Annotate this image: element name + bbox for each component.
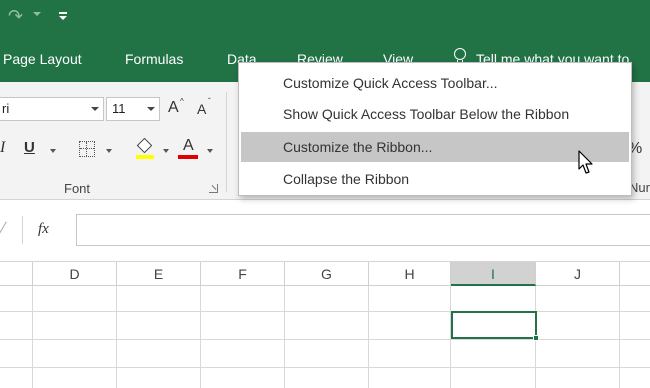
mouse-cursor-icon bbox=[578, 150, 593, 174]
font-size-value: 11 bbox=[112, 101, 126, 116]
grid-line bbox=[0, 339, 650, 340]
grid-line bbox=[32, 286, 33, 388]
number-group-label: Nur bbox=[629, 180, 650, 195]
active-cell[interactable] bbox=[451, 311, 537, 339]
redo-dropdown-icon[interactable] bbox=[33, 12, 41, 16]
fill-color-icon[interactable] bbox=[136, 137, 156, 160]
border-dropdown-icon[interactable] bbox=[106, 149, 112, 153]
font-size-combo[interactable]: 11 bbox=[106, 97, 160, 121]
fill-handle[interactable] bbox=[533, 335, 539, 341]
font-size-dropdown-icon[interactable] bbox=[147, 107, 155, 111]
column-header-j[interactable]: J bbox=[536, 262, 620, 286]
grow-font-caret-icon: ^ bbox=[180, 97, 184, 106]
italic-button[interactable]: I bbox=[0, 139, 12, 161]
underline-button[interactable]: U bbox=[24, 139, 40, 161]
column-headers: D E F G H I J bbox=[0, 262, 650, 286]
formula-input[interactable] bbox=[76, 214, 650, 246]
tab-page-layout[interactable]: Page Layout bbox=[3, 51, 82, 67]
cell-grid[interactable] bbox=[0, 286, 650, 388]
title-bar: ↷ bbox=[0, 0, 650, 36]
increase-font-size-button[interactable]: A ^ bbox=[168, 97, 188, 121]
column-header-partial[interactable] bbox=[0, 262, 33, 286]
grid-line bbox=[116, 286, 117, 388]
redo-icon[interactable]: ↷ bbox=[8, 6, 30, 28]
grow-font-label: A bbox=[168, 99, 179, 116]
cancel-icon[interactable] bbox=[0, 221, 12, 237]
decrease-font-size-button[interactable]: Aˇ bbox=[197, 97, 217, 121]
shrink-font-caret-icon: ˇ bbox=[208, 97, 211, 106]
font-name-dropdown-icon[interactable] bbox=[91, 107, 99, 111]
formula-bar: fx bbox=[0, 200, 650, 262]
menu-item-show-qat-below[interactable]: Show Quick Access Toolbar Below the Ribb… bbox=[241, 99, 629, 129]
fill-color-dropdown-icon[interactable] bbox=[163, 149, 169, 153]
column-header-i[interactable]: I bbox=[451, 262, 536, 286]
grid-line bbox=[0, 367, 650, 368]
menu-item-collapse-ribbon[interactable]: Collapse the Ribbon bbox=[241, 164, 629, 194]
grid-line bbox=[0, 311, 650, 312]
font-color-dropdown-icon[interactable] bbox=[207, 149, 213, 153]
font-name-value: ri bbox=[2, 101, 10, 116]
tab-formulas[interactable]: Formulas bbox=[125, 51, 183, 67]
border-icon[interactable] bbox=[79, 141, 95, 157]
column-header-f[interactable]: F bbox=[201, 262, 285, 286]
menu-item-customize-ribbon[interactable]: Customize the Ribbon... bbox=[241, 132, 629, 162]
font-group-label: Font bbox=[64, 181, 91, 196]
grid-line bbox=[368, 286, 369, 388]
column-header-d[interactable]: D bbox=[33, 262, 117, 286]
grid-line bbox=[619, 286, 620, 388]
grid-line bbox=[200, 286, 201, 388]
shrink-font-label: A bbox=[197, 101, 207, 117]
group-divider bbox=[226, 92, 227, 192]
column-header-h[interactable]: H bbox=[369, 262, 451, 286]
customize-qat-icon[interactable] bbox=[57, 10, 69, 24]
insert-function-button[interactable]: fx bbox=[38, 221, 49, 238]
grid-line bbox=[284, 286, 285, 388]
column-header-e[interactable]: E bbox=[117, 262, 201, 286]
menu-item-customize-qat[interactable]: Customize Quick Access Toolbar... bbox=[241, 68, 629, 98]
font-name-combo[interactable]: ri bbox=[0, 97, 104, 121]
font-color-label: A bbox=[183, 137, 194, 154]
formula-bar-divider bbox=[22, 216, 23, 244]
font-color-icon[interactable]: A bbox=[178, 137, 200, 161]
underline-dropdown-icon[interactable] bbox=[50, 149, 56, 153]
column-header-g[interactable]: G bbox=[285, 262, 369, 286]
ribbon-context-menu: Customize Quick Access Toolbar... Show Q… bbox=[238, 62, 632, 196]
dialog-launcher-icon[interactable] bbox=[209, 184, 218, 193]
